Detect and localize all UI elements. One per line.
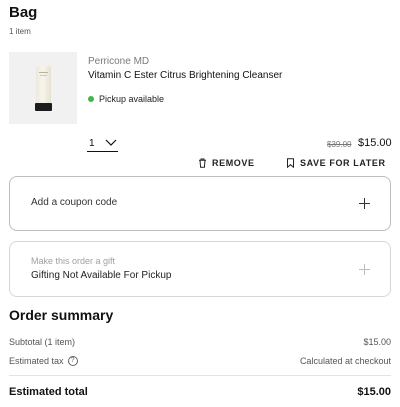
subtotal-label: Subtotal (1 item) xyxy=(9,337,76,347)
chevron-down-icon xyxy=(105,139,117,146)
info-icon[interactable]: ? xyxy=(67,356,78,366)
save-for-later-button[interactable]: SAVE FOR LATER xyxy=(286,156,386,170)
coupon-label: Add a coupon code xyxy=(31,197,118,208)
plus-icon[interactable] xyxy=(359,198,370,209)
estimated-tax-row: Estimated tax ? xyxy=(9,356,78,366)
tube-cap xyxy=(35,103,52,111)
estimated-tax-label: Estimated tax xyxy=(9,356,64,366)
gift-option-panel: Make this order a gift Gifting Not Avail… xyxy=(9,241,391,297)
gift-label: Make this order a gift xyxy=(31,256,116,266)
pickup-status: Pickup available xyxy=(99,94,165,104)
save-for-later-label: SAVE FOR LATER xyxy=(300,158,386,168)
gift-unavailable-note: Gifting Not Available For Pickup xyxy=(31,270,172,281)
summary-divider xyxy=(9,375,391,376)
product-brand: Perricone MD xyxy=(88,56,150,67)
order-summary-title: Order summary xyxy=(9,307,114,323)
quantity-underline xyxy=(87,151,118,152)
quantity-value: 1 xyxy=(89,138,95,149)
quantity-select[interactable]: 1 xyxy=(87,137,118,151)
product-image[interactable] xyxy=(9,52,77,124)
sale-price: $15.00 xyxy=(358,137,392,149)
remove-button[interactable]: REMOVE xyxy=(198,156,255,170)
plus-icon-disabled xyxy=(359,264,370,275)
bag-title: Bag xyxy=(9,4,38,21)
bookmark-icon xyxy=(287,158,294,168)
product-name[interactable]: Vitamin C Ester Citrus Brightening Clean… xyxy=(88,70,282,81)
trash-icon xyxy=(199,158,206,168)
original-price: $39.00 xyxy=(327,140,352,149)
coupon-code-field[interactable]: Add a coupon code xyxy=(9,176,391,231)
subtotal-value: $15.00 xyxy=(363,337,391,347)
estimated-total-value: $15.00 xyxy=(357,386,391,398)
remove-label: REMOVE xyxy=(212,158,255,168)
cleanser-tube xyxy=(36,66,51,104)
item-count: 1 item xyxy=(9,27,31,36)
estimated-tax-value: Calculated at checkout xyxy=(299,356,391,366)
estimated-total-label: Estimated total xyxy=(9,386,88,398)
pickup-status-dot xyxy=(88,96,94,102)
